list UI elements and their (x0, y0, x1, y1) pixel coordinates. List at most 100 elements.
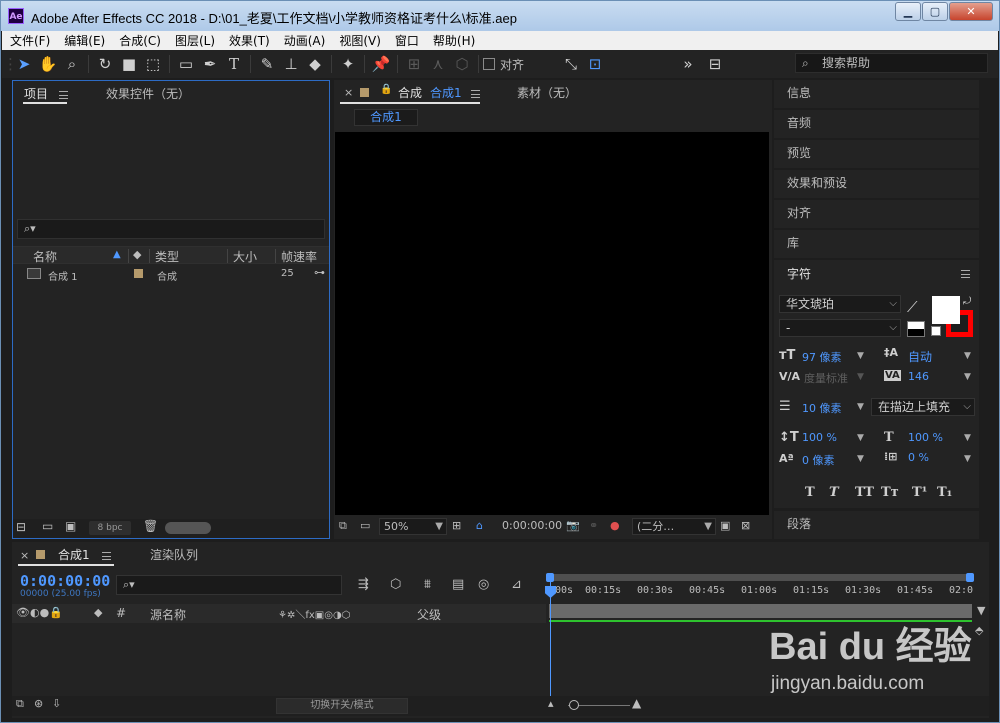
tsume-value[interactable]: 0 % (908, 451, 929, 464)
panel-align[interactable]: 对齐 (774, 200, 979, 228)
clone-stamp-tool-icon[interactable]: ⊥ (280, 53, 302, 75)
timeline-current-time[interactable]: 0:00:00:00 (20, 572, 110, 590)
chevron-down-icon[interactable]: ▼ (857, 454, 864, 464)
camera-tool-icon[interactable]: ■ (118, 53, 140, 75)
mask-visibility-icon[interactable]: ⌂ (476, 519, 483, 532)
world-axis-icon[interactable]: ⋏ (427, 53, 449, 75)
color-channels-icon[interactable]: ● (610, 519, 620, 532)
sort-ascending-icon[interactable]: ▲ (113, 249, 121, 260)
chevron-down-icon[interactable]: ▼ (857, 351, 864, 361)
menu-effect[interactable]: 效果(T) (221, 32, 276, 49)
composition-menu-icon[interactable] (471, 90, 480, 98)
av-features-icons[interactable]: 👁◐●🔒 (16, 606, 63, 619)
draft-3d-icon[interactable]: ⬡ (390, 577, 401, 592)
chevron-down-icon[interactable]: ▼ (857, 433, 864, 443)
tracking-value[interactable]: 146 (908, 370, 929, 383)
trash-icon[interactable]: 🗑 (143, 519, 158, 533)
menu-window[interactable]: 窗口 (387, 32, 425, 49)
graph-editor-icon[interactable]: ⊿ (511, 577, 522, 592)
new-folder-icon[interactable]: ▭ (42, 519, 53, 533)
character-menu-icon[interactable] (961, 270, 970, 278)
panel-paragraph[interactable]: 段落 (774, 511, 979, 539)
tab-render-queue[interactable]: 渲染队列 (150, 546, 198, 563)
menu-edit[interactable]: 编辑(E) (56, 32, 111, 49)
in-out-toggle-icon[interactable]: ⇩ (52, 697, 61, 710)
menu-file[interactable]: 文件(F) (2, 32, 56, 49)
panel-preview[interactable]: 预览 (774, 140, 979, 168)
time-ruler[interactable]: 00s 00:15s 00:30s 00:45s 01:00s 01:15s 0… (546, 573, 974, 604)
font-size-value[interactable]: 97 像素 (802, 349, 842, 365)
project-menu-icon[interactable] (59, 91, 68, 99)
menu-composition[interactable]: 合成(C) (111, 32, 167, 49)
label-tag-icon[interactable]: ◆ (133, 248, 141, 261)
interpret-footage-icon[interactable]: ⊟ (16, 520, 26, 534)
chevron-down-icon[interactable]: ▼ (857, 402, 864, 412)
superscript-button[interactable]: T¹ (912, 485, 927, 500)
tab-timeline-composition[interactable]: 合成1 (58, 546, 90, 563)
search-help-input[interactable]: ⌕ 搜索帮助 (795, 53, 988, 73)
pen-tool-icon[interactable]: ✒ (199, 53, 221, 75)
column-size[interactable]: 大小 (233, 248, 257, 265)
time-navigator-bar[interactable] (549, 574, 972, 581)
brush-tool-icon[interactable]: ✎ (256, 53, 278, 75)
current-timecode[interactable]: 0:00:00:00 (502, 519, 562, 532)
show-snapshot-icon[interactable]: ⚭ (589, 519, 598, 532)
frame-blending-icon[interactable]: ▤ (452, 577, 464, 592)
navigator-end-handle[interactable] (966, 573, 974, 582)
font-style-dropdown[interactable]: - ⌵ (779, 319, 901, 337)
tab-composition-name[interactable]: 合成1 (430, 84, 462, 101)
panel-audio[interactable]: 音频 (774, 110, 979, 138)
column-type[interactable]: 类型 (155, 248, 179, 265)
composition-viewer[interactable] (335, 132, 769, 515)
workspace-icon[interactable]: ⊟ (704, 53, 726, 75)
resolution-dropdown[interactable]: (二分… ▼ (632, 518, 716, 535)
panel-library[interactable]: 库 (774, 230, 979, 258)
modes-toggle-icon[interactable]: ⊛ (34, 697, 43, 710)
monitor-icon[interactable]: ▭ (360, 519, 370, 532)
panel-effects-presets[interactable]: 效果和预设 (774, 170, 979, 198)
horizontal-scrollbar[interactable] (165, 522, 211, 534)
stroke-mode-dropdown[interactable]: 在描边上填充 ⌵ (871, 398, 975, 416)
zoom-in-icon[interactable]: ▲ (632, 696, 641, 710)
column-name[interactable]: 名称 (33, 248, 57, 265)
chevron-down-icon[interactable]: ▼ (964, 433, 971, 443)
new-composition-icon[interactable]: ▣ (65, 519, 76, 533)
tab-effect-controls[interactable]: 效果控件（无） (106, 85, 190, 102)
selection-tool-icon[interactable]: ➤ (13, 53, 35, 75)
hand-tool-icon[interactable]: ✋ (37, 53, 59, 75)
pan-behind-tool-icon[interactable]: ⬚ (142, 53, 164, 75)
menu-view[interactable]: 视图(V) (331, 32, 387, 49)
region-of-interest-icon[interactable]: ▣ (720, 519, 730, 532)
column-fps[interactable]: 帧速率 (281, 248, 317, 265)
project-item-row[interactable]: 合成 1 合成 25 ⊶ (13, 266, 329, 283)
rectangle-tool-icon[interactable]: ▭ (175, 53, 197, 75)
bit-depth-button[interactable]: 8 bpc (89, 521, 131, 535)
close-tab-icon[interactable]: × (344, 86, 353, 99)
chevron-down-icon[interactable]: ▼ (857, 372, 864, 382)
vertical-scale-value[interactable]: 100 % (802, 431, 837, 444)
maximize-button[interactable]: ▢ (922, 2, 948, 21)
zoom-dropdown[interactable]: 50% ▼ (379, 518, 447, 535)
tab-project[interactable]: 项目 (24, 85, 48, 102)
swap-colors-icon[interactable]: ⤾ (963, 296, 971, 307)
motion-blur-icon[interactable]: ◎ (478, 577, 489, 592)
horizontal-scale-value[interactable]: 100 % (908, 431, 943, 444)
font-family-dropdown[interactable]: 华文琥珀 ⌵ (779, 295, 901, 313)
no-fill-icon[interactable] (931, 326, 941, 336)
snap-feather-icon[interactable]: ⤡ (560, 53, 582, 75)
leading-value[interactable]: 自动 (908, 348, 932, 365)
panel-info[interactable]: 信息 (774, 80, 979, 108)
always-preview-icon[interactable]: ⧉ (339, 519, 347, 533)
chevron-down-icon[interactable]: ▼ (964, 454, 971, 464)
tab-footage[interactable]: 素材（无） (517, 84, 577, 101)
small-caps-button[interactable]: Tт (881, 485, 899, 500)
close-tab-icon[interactable]: × (20, 549, 29, 562)
menu-help[interactable]: 帮助(H) (425, 32, 481, 49)
stroke-width-value[interactable]: 10 像素 (802, 400, 842, 416)
tab-composition-prefix[interactable]: 合成 (398, 84, 422, 101)
project-search-input[interactable]: ⌕▾ (17, 219, 325, 239)
chevron-down-icon[interactable]: ▼ (964, 351, 971, 361)
snap-edges-icon[interactable]: ⊡ (584, 53, 606, 75)
composition-navigator-tab[interactable]: 合成1 (354, 109, 418, 126)
column-parent[interactable]: 父级 (417, 606, 441, 623)
